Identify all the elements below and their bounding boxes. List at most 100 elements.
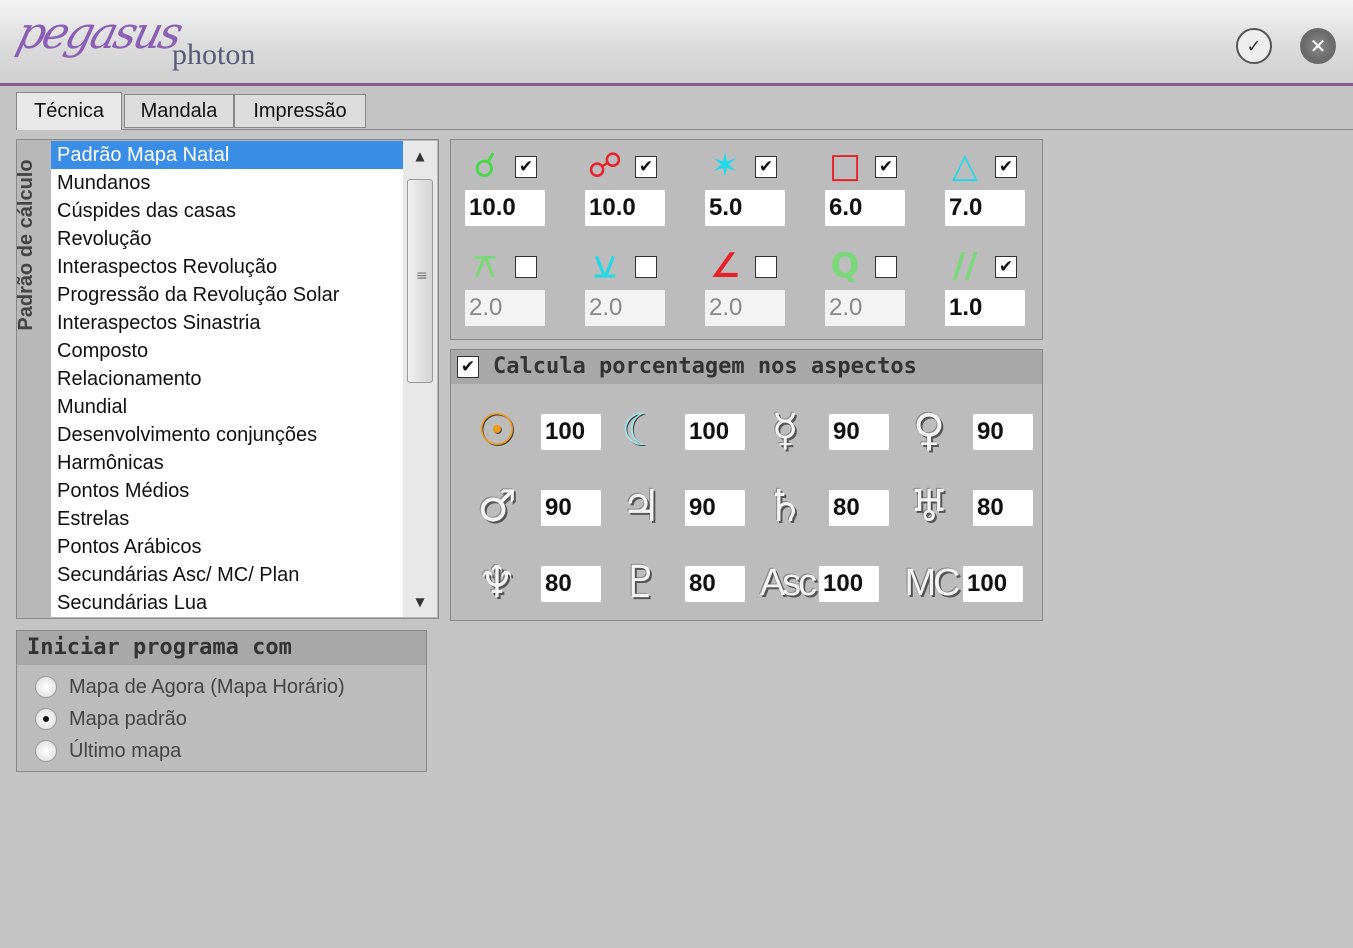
percent-header: ✔ Calcula porcentagem nos aspectos xyxy=(451,350,1042,384)
mars-icon: ♂ xyxy=(477,481,517,532)
aspects-orb-panel: ☌ ✔ 10.0 ☍ ✔ 10.0 ✶ ✔ 5.0 □ ✔ 6.0 △ ✔ 7.0 ⚻ 2.0 ⚺ 2.0 ∠ 2.0 Q… xyxy=(450,139,1043,340)
title-bar: pegasus photon ✓ ✕ xyxy=(0,0,1353,86)
tab-impressao[interactable]: Impressão xyxy=(234,94,366,128)
aspect-orb-input[interactable]: 7.0 xyxy=(945,190,1025,226)
list-item[interactable]: Composto xyxy=(51,337,403,365)
close-button[interactable]: ✕ xyxy=(1300,28,1336,64)
aspect-orb-input[interactable]: 2.0 xyxy=(825,290,905,326)
radio-button[interactable] xyxy=(35,708,57,730)
aspect-orb-input[interactable]: 10.0 xyxy=(465,190,545,226)
percent-checkbox[interactable]: ✔ xyxy=(457,356,479,378)
startup-title: Iniciar programa com xyxy=(27,635,292,660)
aspect-checkbox[interactable] xyxy=(755,256,777,278)
list-item[interactable]: Pontos Médios xyxy=(51,477,403,505)
venus-percent-input[interactable]: 90 xyxy=(973,414,1033,450)
startup-option[interactable]: Mapa de Agora (Mapa Horário) xyxy=(35,673,345,701)
radio-label: Mapa de Agora (Mapa Horário) xyxy=(69,675,345,698)
percent-title: Calcula porcentagem nos aspectos xyxy=(493,354,917,379)
sun-percent-input[interactable]: 100 xyxy=(541,414,601,450)
list-item[interactable]: Mundial xyxy=(51,393,403,421)
jupiter-icon: ♃ xyxy=(621,481,661,532)
uranus-percent-input[interactable]: 80 xyxy=(973,490,1033,526)
list-item[interactable]: Secundárias Lua xyxy=(51,589,403,617)
grip-icon: ≡ xyxy=(416,268,428,284)
aspect-glyph-icon: □ xyxy=(828,146,862,186)
moon-icon: ☾ xyxy=(621,405,661,456)
mars-percent-input[interactable]: 90 xyxy=(541,490,601,526)
list-item[interactable]: Pontos Arábicos xyxy=(51,533,403,561)
list-item[interactable]: Interaspectos Revolução xyxy=(51,253,403,281)
list-item[interactable]: Secundárias Asc/ MC/ Plan xyxy=(51,561,403,589)
app-logo-script: pegasus xyxy=(11,8,186,59)
jupiter-percent-input[interactable]: 90 xyxy=(685,490,745,526)
scroll-up-icon[interactable]: ▲ xyxy=(403,141,437,171)
radio-button[interactable] xyxy=(35,676,57,698)
list-item[interactable]: Relacionamento xyxy=(51,365,403,393)
asc-icon: Asc xyxy=(759,562,817,604)
aspect-glyph-icon: // xyxy=(952,246,978,286)
aspect-checkbox[interactable]: ✔ xyxy=(515,156,537,178)
aspect-checkbox[interactable]: ✔ xyxy=(995,156,1017,178)
confirm-button[interactable]: ✓ xyxy=(1236,28,1272,64)
list-item[interactable]: Mundanos xyxy=(51,169,403,197)
list-item[interactable]: Interaspectos Sinastria xyxy=(51,309,403,337)
startup-option[interactable]: Mapa padrão xyxy=(35,705,187,733)
aspect-glyph-icon: Q xyxy=(830,246,860,286)
mc-percent-input[interactable]: 100 xyxy=(963,566,1023,602)
aspect-checkbox[interactable]: ✔ xyxy=(755,156,777,178)
aspect-glyph-icon: ⚻ xyxy=(473,246,497,286)
aspect-checkbox[interactable] xyxy=(875,256,897,278)
aspect-orb-input[interactable]: 2.0 xyxy=(585,290,665,326)
list-item[interactable]: Desenvolvimento conjunções xyxy=(51,421,403,449)
saturn-percent-input[interactable]: 80 xyxy=(829,490,889,526)
neptune-icon: ♆ xyxy=(477,557,517,608)
list-item[interactable]: Harmônicas xyxy=(51,449,403,477)
aspect-checkbox[interactable] xyxy=(515,256,537,278)
aspect-checkbox[interactable]: ✔ xyxy=(635,156,657,178)
app-logo-name: photon xyxy=(172,38,256,71)
x-circle-icon: ✕ xyxy=(1309,34,1327,58)
tab-tecnica[interactable]: Técnica xyxy=(16,92,122,130)
aspect-checkbox[interactable] xyxy=(635,256,657,278)
list-item[interactable]: Cúspides das casas xyxy=(51,197,403,225)
check-circle-icon: ✓ xyxy=(1246,35,1262,57)
pluto-icon: ♇ xyxy=(621,557,661,608)
aspect-glyph-icon: ⚺ xyxy=(593,246,617,286)
scroll-thumb[interactable]: ≡ xyxy=(407,179,433,383)
tab-mandala[interactable]: Mandala xyxy=(124,94,234,128)
calc-mode-list[interactable]: Padrão Mapa Natal Mundanos Cúspides das ca… xyxy=(51,141,403,617)
pluto-percent-input[interactable]: 80 xyxy=(685,566,745,602)
startup-group: Iniciar programa com Mapa de Agora (Mapa… xyxy=(16,630,427,772)
moon-percent-input[interactable]: 100 xyxy=(685,414,745,450)
aspect-checkbox[interactable]: ✔ xyxy=(875,156,897,178)
neptune-percent-input[interactable]: 80 xyxy=(541,566,601,602)
aspect-glyph-icon: ✶ xyxy=(710,146,740,186)
startup-header: Iniciar programa com xyxy=(17,631,426,665)
list-item[interactable]: Estrelas xyxy=(51,505,403,533)
startup-option[interactable]: Último mapa xyxy=(35,737,181,765)
aspect-checkbox[interactable]: ✔ xyxy=(995,256,1017,278)
radio-label: Mapa padrão xyxy=(69,707,187,730)
radio-button[interactable] xyxy=(35,740,57,762)
list-scrollbar[interactable]: ▲ ≡ ▼ xyxy=(403,141,437,617)
aspect-orb-input[interactable]: 1.0 xyxy=(945,290,1025,326)
scroll-down-icon[interactable]: ▼ xyxy=(403,587,437,617)
aspect-glyph-icon: ☍ xyxy=(587,146,623,186)
aspect-glyph-icon: ∠ xyxy=(709,246,741,286)
list-item[interactable]: Revolução xyxy=(51,225,403,253)
planet-percent-panel: ✔ Calcula porcentagem nos aspectos ☉ 100 ☾… xyxy=(450,349,1043,621)
asc-percent-input[interactable]: 100 xyxy=(819,566,879,602)
mercury-percent-input[interactable]: 90 xyxy=(829,414,889,450)
list-item[interactable]: Padrão Mapa Natal xyxy=(51,141,403,169)
venus-icon: ♀ xyxy=(912,405,946,456)
tab-divider xyxy=(16,129,1353,130)
aspect-orb-input[interactable]: 2.0 xyxy=(465,290,545,326)
list-item[interactable]: Progressão da Revolução Solar xyxy=(51,281,403,309)
mc-icon: MC xyxy=(904,562,960,604)
aspect-orb-input[interactable]: 6.0 xyxy=(825,190,905,226)
aspect-orb-input[interactable]: 10.0 xyxy=(585,190,665,226)
mercury-icon: ☿ xyxy=(771,405,799,456)
radio-label: Último mapa xyxy=(69,739,182,762)
aspect-orb-input[interactable]: 5.0 xyxy=(705,190,785,226)
aspect-orb-input[interactable]: 2.0 xyxy=(705,290,785,326)
